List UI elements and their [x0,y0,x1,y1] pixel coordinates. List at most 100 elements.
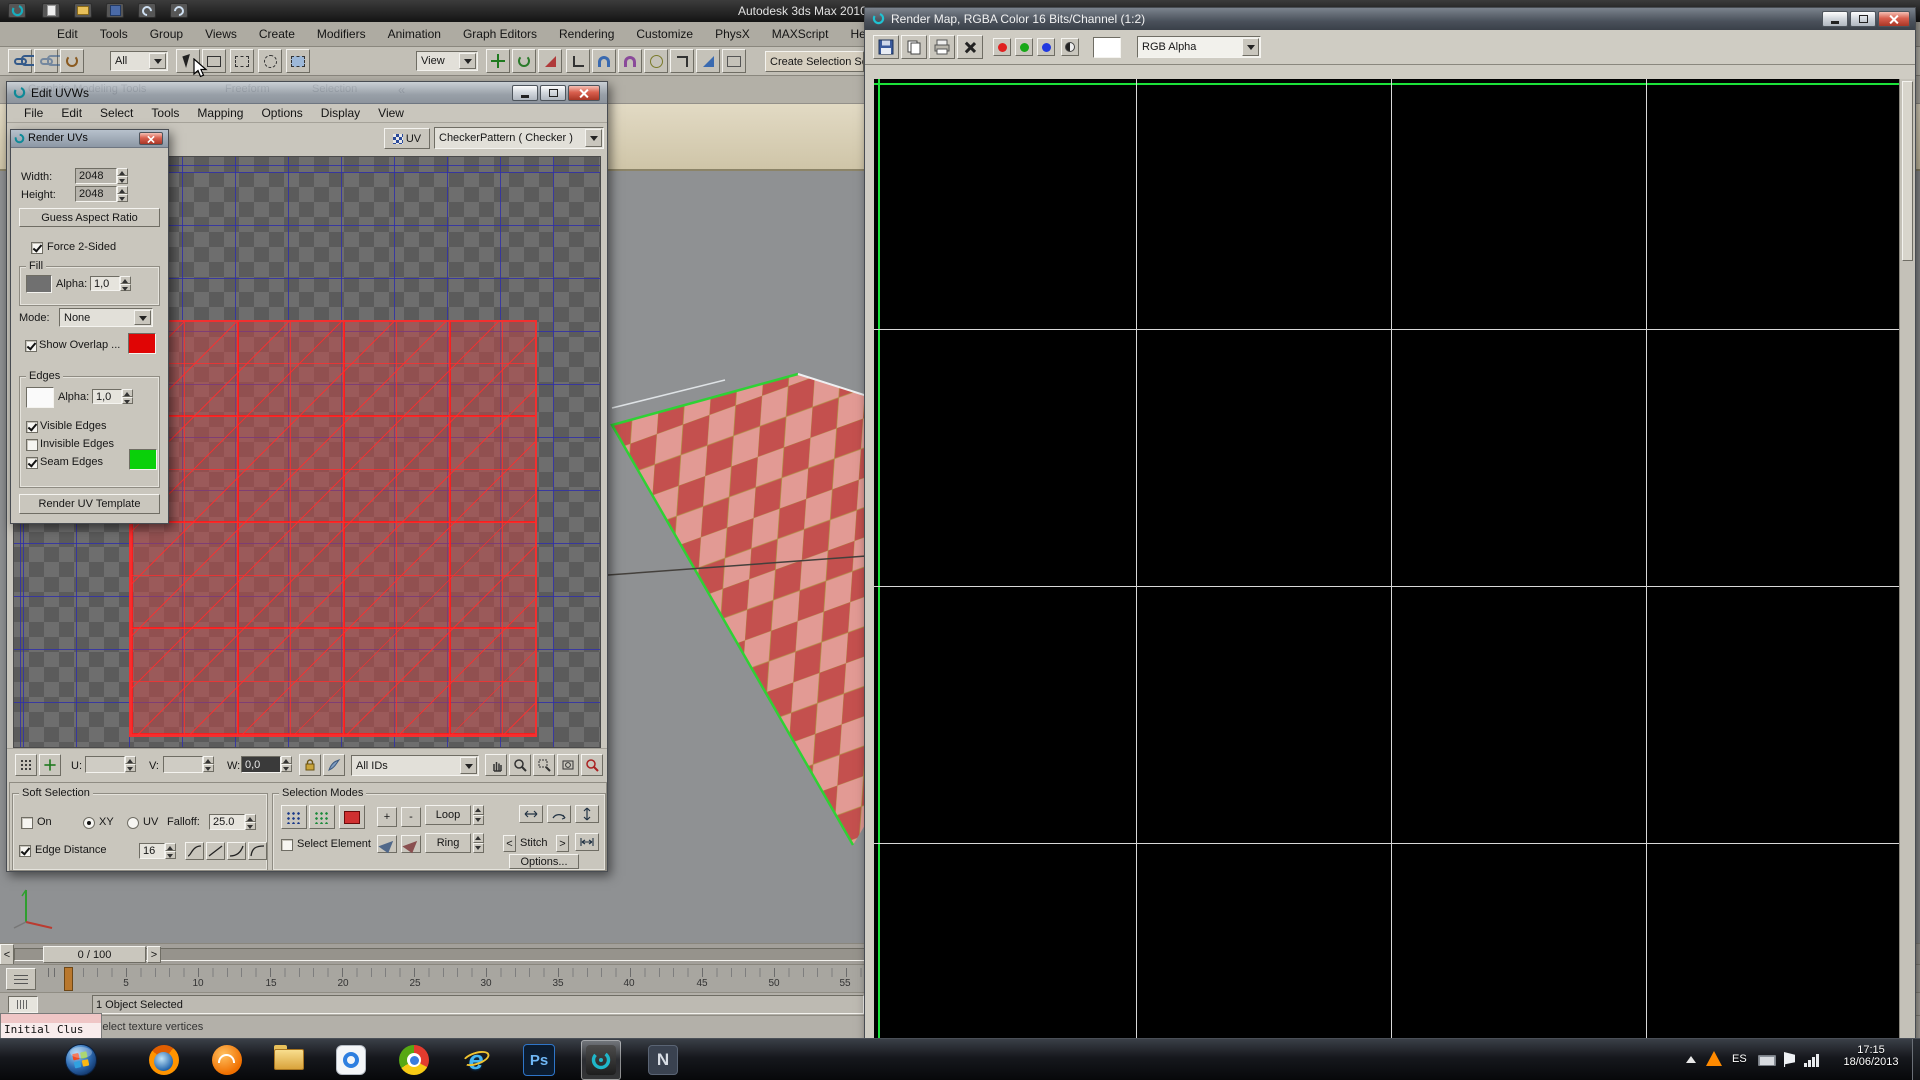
filter-selected-faces-button[interactable] [323,754,345,776]
save-bitmap-button[interactable] [873,35,899,59]
falloff-curve-fast-button[interactable] [248,842,267,860]
falloff-field[interactable]: 25.0 [209,814,245,830]
channel-display-dropdown[interactable]: RGB Alpha [1137,36,1261,58]
w-spinner[interactable] [281,756,292,772]
overlap-color-swatch[interactable] [128,333,156,354]
material-id-dropdown[interactable]: All IDs [351,755,479,776]
unlink-selection-icon[interactable] [34,49,58,73]
show-desktop-button[interactable] [1912,1039,1920,1080]
absolute-mode-button[interactable] [15,754,37,776]
angle-snap-icon[interactable] [618,49,642,73]
edge-color-swatch[interactable] [26,387,54,408]
v-spinner[interactable] [203,756,214,772]
zoom-button[interactable] [509,754,531,776]
render-uvs-titlebar[interactable]: Render UVs [11,130,168,148]
show-overlap-checkbox[interactable] [25,340,37,352]
paint-select-button[interactable] [377,835,397,853]
align-vertical-icon[interactable] [575,805,599,823]
euvw-menu-mapping[interactable]: Mapping [188,106,252,120]
offset-mode-button[interactable] [39,754,61,776]
falloff-curve-smooth-button[interactable] [185,842,204,860]
render-map-scrollbar[interactable] [1899,79,1915,1046]
menu-tools[interactable]: Tools [89,27,139,41]
falloff-curve-slow-button[interactable] [227,842,246,860]
keyboard-tray-icon[interactable] [1758,1055,1776,1066]
circular-selection-region-icon[interactable] [258,49,282,73]
select-and-scale-icon[interactable] [538,49,562,73]
snap-toggle-icon[interactable] [592,49,616,73]
grow-selection-button[interactable]: + [377,807,397,827]
selection-lock-toggle[interactable] [8,996,38,1013]
height-field[interactable]: 2048 [75,186,117,202]
width-field[interactable]: 2048 [75,168,117,184]
save-file-icon[interactable] [106,3,124,18]
vlc-tray-icon[interactable] [1706,1051,1722,1066]
blue-channel-button[interactable] [1037,38,1055,56]
menu-physx[interactable]: PhysX [704,27,761,41]
fill-alpha-field[interactable]: 1,0 [90,276,120,291]
edges-alpha-field[interactable]: 1,0 [92,389,122,404]
menu-views[interactable]: Views [194,27,248,41]
menu-rendering[interactable]: Rendering [548,27,625,41]
w-field[interactable]: 0,0 [241,756,281,773]
viewport-plane[interactable] [560,350,880,860]
mirror-icon[interactable] [696,49,720,73]
tray-clock[interactable]: 17:15 18/06/2013 [1834,1044,1908,1076]
previous-frame-button[interactable]: < [0,944,14,965]
taskbar-app-notes[interactable]: N [643,1040,683,1080]
select-and-move-icon[interactable] [486,49,510,73]
width-spinner[interactable] [117,168,128,184]
named-selection-dropdown[interactable]: View [416,51,478,71]
euvw-menu-display[interactable]: Display [312,106,369,120]
edit-uvws-minimize-button[interactable] [512,85,538,101]
menu-modifiers[interactable]: Modifiers [306,27,377,41]
invisible-edges-checkbox[interactable] [26,439,38,451]
euvw-menu-view[interactable]: View [369,106,413,120]
undo-icon[interactable] [138,3,156,18]
show-map-toggle-button[interactable]: UV [384,128,430,149]
edit-uvws-maximize-button[interactable] [540,85,566,101]
seam-color-swatch[interactable] [129,449,157,470]
uv-unwrap-overlay[interactable] [129,320,537,737]
xy-radio[interactable] [83,817,95,829]
options-button[interactable]: Options... [509,854,579,869]
ring-button[interactable]: Ring [425,833,471,853]
redo-icon[interactable] [170,3,188,18]
render-uvs-close-button[interactable] [139,132,163,145]
spinner-snap-icon[interactable] [670,49,694,73]
stitch-right-button[interactable]: > [556,835,569,852]
open-file-icon[interactable] [74,3,92,18]
clone-bitmap-button[interactable] [901,35,927,59]
network-tray-icon[interactable] [1804,1054,1820,1067]
soft-selection-on-checkbox[interactable] [21,817,33,829]
rectangular-selection-region-icon[interactable] [230,49,254,73]
falloff-curve-linear-button[interactable] [206,842,225,860]
align-h-edge-icon[interactable] [575,833,599,851]
alpha-channel-swatch[interactable] [1093,37,1121,58]
loop-spinner[interactable] [473,805,484,825]
percent-snap-icon[interactable] [644,49,668,73]
guess-aspect-ratio-button[interactable]: Guess Aspect Ratio [19,208,160,227]
edge-distance-spinner[interactable] [165,843,176,859]
start-button[interactable] [64,1043,98,1080]
red-channel-button[interactable] [993,38,1011,56]
delete-bitmap-button[interactable] [957,35,983,59]
selection-filter-dropdown[interactable]: All [110,51,168,71]
menu-edit[interactable]: Edit [46,27,89,41]
align-arc-icon[interactable] [547,805,571,823]
render-uv-template-button[interactable]: Render UV Template [19,494,160,514]
tray-expand-icon[interactable] [1686,1056,1696,1063]
shrink-selection-button[interactable]: - [401,807,421,827]
render-map-close-button[interactable] [1878,11,1910,27]
edge-distance-field[interactable]: 16 [139,843,165,859]
edit-uvws-titlebar[interactable]: Edit UVWs [7,82,607,104]
taskbar-app-internet-explorer[interactable]: e [456,1040,496,1080]
fill-alpha-spinner[interactable] [120,276,131,291]
time-slider-thumb[interactable]: 0 / 100 [43,946,146,963]
reference-coordinate-icon[interactable] [566,49,590,73]
menu-graph-editors[interactable]: Graph Editors [452,27,548,41]
menu-animation[interactable]: Animation [377,27,452,41]
paint-select-minus-button[interactable] [401,835,421,853]
mode-dropdown[interactable]: None [59,308,153,327]
edges-alpha-spinner[interactable] [122,389,133,404]
